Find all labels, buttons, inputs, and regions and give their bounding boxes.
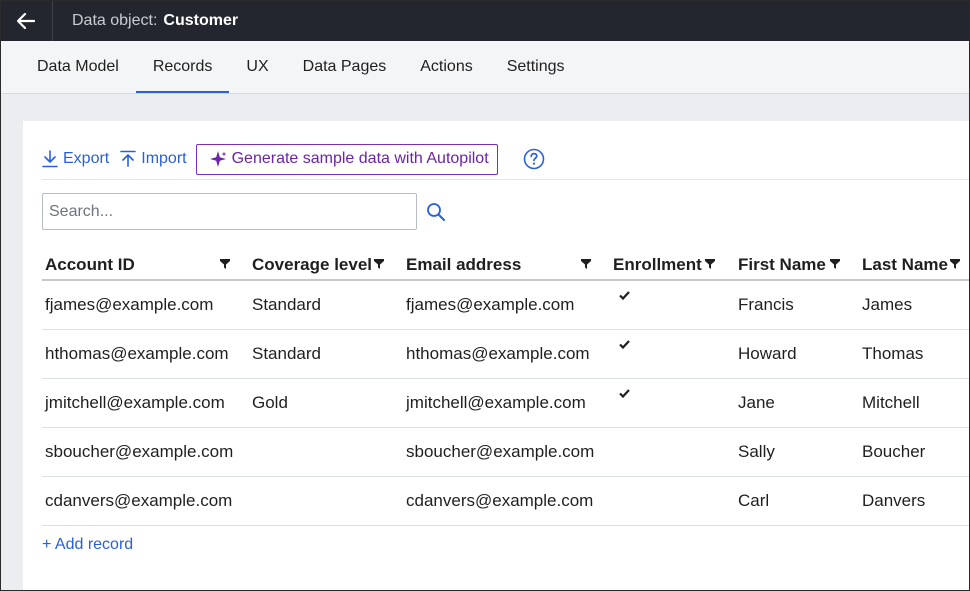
upload-icon <box>120 150 137 167</box>
add-record-button[interactable]: + Add record <box>42 536 133 554</box>
cell-account-id: hthomas@example.com <box>45 344 229 363</box>
cell-last-name: Mitchell <box>862 393 920 412</box>
cell-account-id: jmitchell@example.com <box>45 393 225 412</box>
table-row[interactable]: cdanvers@example.com cdanvers@example.co… <box>42 477 970 526</box>
tab-actions[interactable]: Actions <box>403 41 489 93</box>
tab-data-pages[interactable]: Data Pages <box>286 41 404 93</box>
search-button[interactable] <box>426 202 446 227</box>
toolbar-divider <box>42 179 970 180</box>
tab-bar: Data Model Records UX Data Pages Actions… <box>0 41 970 94</box>
export-button[interactable]: Export <box>42 150 109 168</box>
cell-enrollment <box>610 330 735 378</box>
cell-email-address: cdanvers@example.com <box>406 491 594 510</box>
help-button[interactable] <box>523 148 545 170</box>
cell-first-name: Howard <box>738 344 797 363</box>
cell-first-name: Francis <box>738 295 794 314</box>
table-row[interactable]: sboucher@example.com sboucher@example.co… <box>42 428 970 477</box>
column-header-email-address[interactable]: Email address <box>403 251 610 279</box>
checkmark-icon <box>619 339 630 349</box>
cell-last-name: Thomas <box>862 344 924 363</box>
cell-account-id: fjames@example.com <box>45 295 214 314</box>
table-header-row: Account ID Coverage level Email address … <box>42 251 970 281</box>
import-label: Import <box>141 150 187 167</box>
import-button[interactable]: Import <box>120 150 187 168</box>
filter-icon[interactable] <box>830 259 840 269</box>
cell-coverage-level: Standard <box>252 295 321 314</box>
table-row[interactable]: hthomas@example.com Standard hthomas@exa… <box>42 330 970 379</box>
tab-data-model[interactable]: Data Model <box>20 41 136 93</box>
column-label: Email address <box>406 255 522 274</box>
column-label: Last Name <box>862 255 948 274</box>
filter-icon[interactable] <box>705 259 715 269</box>
title-prefix: Data object: <box>72 11 158 29</box>
cell-enrollment <box>610 477 735 525</box>
back-button[interactable] <box>0 0 53 41</box>
cell-email-address: hthomas@example.com <box>406 344 590 363</box>
records-table: Account ID Coverage level Email address … <box>42 251 970 526</box>
sparkle-icon <box>209 151 227 167</box>
cell-last-name: James <box>862 295 913 314</box>
filter-icon[interactable] <box>950 259 960 269</box>
cell-coverage-level <box>249 428 403 476</box>
cell-email-address: sboucher@example.com <box>406 442 595 461</box>
tab-records[interactable]: Records <box>135 41 230 93</box>
column-label: Enrollment <box>613 255 702 274</box>
column-label: Coverage level <box>252 255 373 274</box>
search-icon <box>427 203 445 221</box>
records-panel: Export Import Generate sample data with … <box>23 121 970 591</box>
column-header-first-name[interactable]: First Name <box>735 251 859 279</box>
table-row[interactable]: fjames@example.com Standard fjames@examp… <box>42 281 970 330</box>
cell-first-name: Carl <box>738 491 770 510</box>
table-row[interactable]: jmitchell@example.com Gold jmitchell@exa… <box>42 379 970 428</box>
checkmark-icon <box>619 290 630 300</box>
cell-first-name: Sally <box>738 442 775 461</box>
cell-account-id: cdanvers@example.com <box>45 491 233 510</box>
search-input[interactable] <box>42 193 417 230</box>
cell-enrollment <box>610 428 735 476</box>
title-object-name: Customer <box>163 11 239 29</box>
column-header-coverage-level[interactable]: Coverage level <box>249 251 403 279</box>
filter-icon[interactable] <box>374 259 384 269</box>
cell-enrollment <box>610 281 735 329</box>
cell-coverage-level: Gold <box>252 393 288 412</box>
filter-icon[interactable] <box>581 259 591 269</box>
records-toolbar: Export Import Generate sample data with … <box>42 143 545 175</box>
cell-coverage-level: Standard <box>252 344 321 363</box>
column-label: Account ID <box>45 255 135 274</box>
export-label: Export <box>63 150 110 167</box>
cell-email-address: jmitchell@example.com <box>406 393 586 412</box>
cell-coverage-level <box>249 477 403 525</box>
cell-first-name: Jane <box>738 393 775 412</box>
cell-account-id: sboucher@example.com <box>45 442 234 461</box>
column-header-last-name[interactable]: Last Name <box>859 251 970 279</box>
column-header-enrollment[interactable]: Enrollment <box>610 251 735 279</box>
tab-settings[interactable]: Settings <box>490 41 582 93</box>
page-title: Data object: Customer <box>72 12 238 30</box>
filter-icon[interactable] <box>220 259 230 269</box>
cell-last-name: Boucher <box>862 442 926 461</box>
checkmark-icon <box>619 388 630 398</box>
generate-sample-data-button[interactable]: Generate sample data with Autopilot <box>195 143 498 175</box>
download-icon <box>42 150 58 168</box>
app-header: Data object: Customer <box>0 0 970 41</box>
arrow-left-icon <box>17 12 35 29</box>
cell-email-address: fjames@example.com <box>406 295 575 314</box>
column-header-account-id[interactable]: Account ID <box>42 251 249 279</box>
column-label: First Name <box>738 255 826 274</box>
cell-enrollment <box>610 379 735 427</box>
question-circle-icon <box>523 148 544 170</box>
cell-last-name: Danvers <box>862 491 926 510</box>
tab-ux[interactable]: UX <box>229 41 285 93</box>
generate-sample-data-label: Generate sample data with Autopilot <box>231 150 489 167</box>
